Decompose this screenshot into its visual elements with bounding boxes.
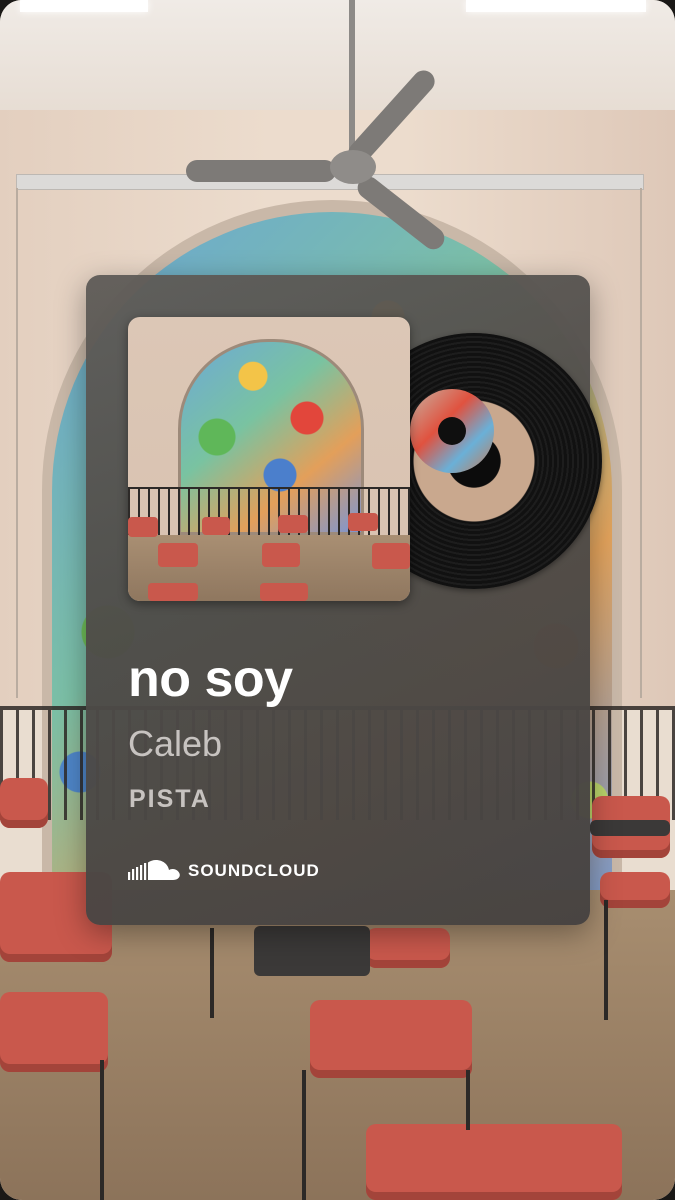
cover-chair — [202, 517, 230, 535]
cover-chair — [148, 583, 198, 601]
chair-leg — [100, 1060, 104, 1200]
chair — [0, 992, 108, 1072]
cover-chair — [278, 515, 308, 533]
vinyl-center-hole — [438, 417, 466, 445]
cover-chair — [372, 543, 410, 569]
chair — [600, 872, 670, 908]
chair-leg — [466, 1070, 470, 1130]
ceiling-fan-rod — [349, 0, 355, 160]
chair — [0, 778, 48, 828]
ceiling-fan-hub — [330, 150, 376, 184]
wall-pipe — [16, 188, 18, 698]
chair — [310, 1000, 472, 1078]
desk — [254, 926, 370, 976]
chair — [366, 928, 450, 968]
cover-chair — [158, 543, 198, 567]
cover-chair — [260, 583, 308, 601]
cover-chair — [262, 543, 300, 567]
chair — [366, 1124, 622, 1200]
track-share-card[interactable]: no soy Caleb PISTA SOUNDCLOUD — [86, 275, 602, 925]
cover-chair — [128, 517, 158, 537]
chair-leg — [302, 1070, 306, 1200]
ceiling — [0, 0, 675, 120]
story-screen: no soy Caleb PISTA SOUNDCLOUD — [0, 0, 675, 1200]
wall-pipe — [640, 188, 642, 698]
ceiling-light — [466, 0, 646, 12]
chair-leg — [604, 900, 608, 1020]
soundcloud-brand[interactable]: SOUNDCLOUD — [128, 857, 320, 885]
soundcloud-label: SOUNDCLOUD — [188, 861, 320, 880]
desk — [590, 820, 670, 836]
track-type-label: PISTA — [129, 785, 211, 813]
track-artist: Caleb — [128, 723, 223, 764]
fan-blade — [186, 160, 336, 182]
track-title: no soy — [128, 650, 293, 708]
soundcloud-icon — [128, 860, 180, 880]
chair-leg — [210, 928, 214, 1018]
ceiling-light — [20, 0, 148, 12]
cover-chair — [348, 513, 378, 531]
album-cover — [128, 317, 410, 601]
